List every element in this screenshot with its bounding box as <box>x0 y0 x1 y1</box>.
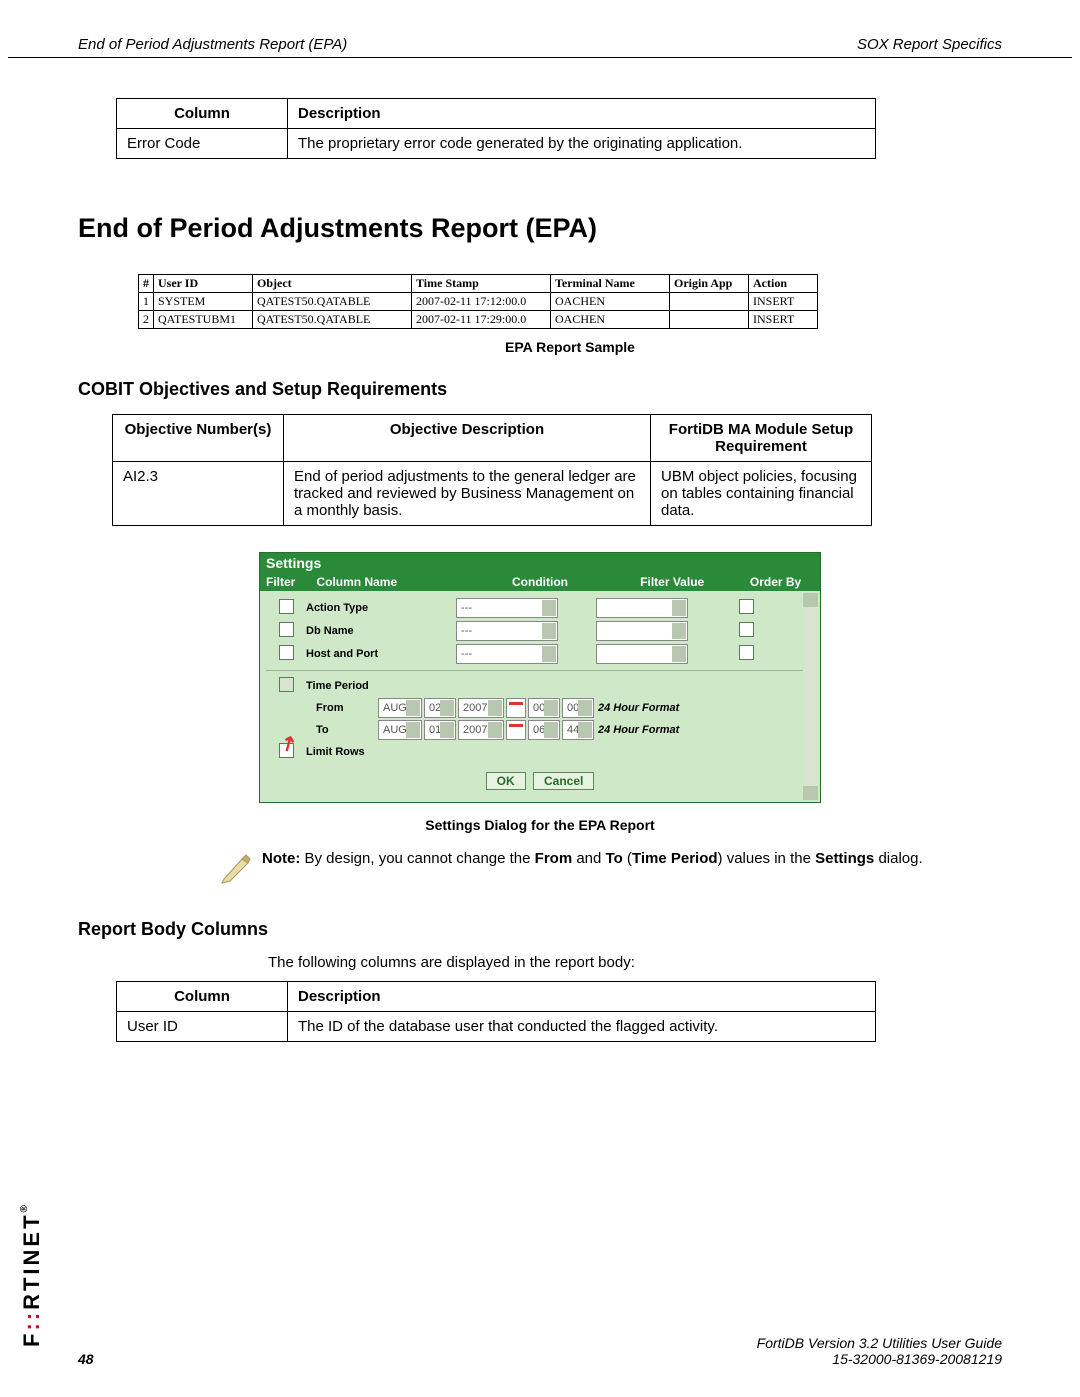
body-columns-heading: Report Body Columns <box>78 919 1002 940</box>
settings-title: Settings <box>260 553 820 573</box>
th: Description <box>288 982 876 1012</box>
value-input[interactable] <box>596 598 688 618</box>
table-cell: Error Code <box>117 129 288 159</box>
from-day-select[interactable]: 02 <box>424 698 456 718</box>
to-year-select[interactable]: 2007 <box>458 720 504 740</box>
from-hour-select[interactable]: 00 <box>528 698 560 718</box>
th: Time Stamp <box>412 275 551 293</box>
note-icon <box>218 849 254 885</box>
calendar-icon[interactable] <box>506 720 526 740</box>
hour-format-label: 24 Hour Format <box>598 724 679 736</box>
scrollbar[interactable] <box>803 593 818 800</box>
settings-caption: Settings Dialog for the EPA Report <box>78 817 1002 833</box>
th: Action <box>749 275 818 293</box>
fortinet-logo: F::RTINET® <box>19 1202 45 1347</box>
to-min-select[interactable]: 44 <box>562 720 594 740</box>
calendar-icon[interactable] <box>506 698 526 718</box>
th: Objective Number(s) <box>113 415 284 462</box>
th: Objective Description <box>284 415 651 462</box>
error-code-table: Column Description Error Code The propri… <box>116 98 876 159</box>
th: User ID <box>154 275 253 293</box>
filter-row: Action Type --- <box>266 598 814 618</box>
header-right: SOX Report Specifics <box>857 36 1002 53</box>
to-day-select[interactable]: 01 <box>424 720 456 740</box>
to-month-select[interactable]: AUG <box>378 720 422 740</box>
order-checkbox[interactable] <box>739 622 754 637</box>
header-rule <box>8 57 1072 58</box>
body-columns-intro: The following columns are displayed in t… <box>268 954 1002 971</box>
from-min-select[interactable]: 00 <box>562 698 594 718</box>
condition-select[interactable]: --- <box>456 598 558 618</box>
value-input[interactable] <box>596 621 688 641</box>
epa-sample-table: # User ID Object Time Stamp Terminal Nam… <box>138 274 818 329</box>
header-left: End of Period Adjustments Report (EPA) <box>78 36 347 53</box>
filter-checkbox[interactable] <box>279 622 294 637</box>
order-checkbox[interactable] <box>739 599 754 614</box>
filter-row: Db Name --- <box>266 621 814 641</box>
value-input[interactable] <box>596 644 688 664</box>
table-row: AI2.3 End of period adjustments to the g… <box>113 462 872 526</box>
condition-select[interactable]: --- <box>456 621 558 641</box>
th: Origin App <box>670 275 749 293</box>
filter-checkbox[interactable] <box>279 645 294 660</box>
col-header: Column <box>117 99 288 129</box>
to-hour-select[interactable]: 06 <box>528 720 560 740</box>
time-period-row: Time Period <box>266 677 814 695</box>
filter-label: Host and Port <box>306 648 456 660</box>
ok-button[interactable]: OK <box>486 772 526 790</box>
from-row: From AUG 02 2007 00 00 24 Hour Format <box>266 698 814 718</box>
th: # <box>139 275 154 293</box>
page-title: End of Period Adjustments Report (EPA) <box>78 213 1002 244</box>
table-cell: The proprietary error code generated by … <box>288 129 876 159</box>
col-header: Description <box>288 99 876 129</box>
th: Terminal Name <box>551 275 670 293</box>
to-row: To AUG 01 2007 06 44 24 Hour Format <box>266 720 814 740</box>
filter-label: Action Type <box>306 602 456 614</box>
time-period-checkbox[interactable] <box>279 677 294 692</box>
body-columns-table: Column Description User ID The ID of the… <box>116 981 876 1042</box>
filter-row: Host and Port --- <box>266 644 814 664</box>
table-row: User ID The ID of the database user that… <box>117 1012 876 1042</box>
note-text: Note: By design, you cannot change the F… <box>262 849 923 869</box>
th: FortiDB MA Module Setup Requirement <box>651 415 872 462</box>
page-number: 48 <box>78 1351 94 1367</box>
settings-header-row: Filter Column Name Condition Filter Valu… <box>260 573 820 591</box>
condition-select[interactable]: --- <box>456 644 558 664</box>
cobit-heading: COBIT Objectives and Setup Requirements <box>78 379 1002 400</box>
th: Column <box>117 982 288 1012</box>
filter-checkbox[interactable] <box>279 599 294 614</box>
filter-label: Db Name <box>306 625 456 637</box>
sample-caption: EPA Report Sample <box>138 339 1002 355</box>
limit-rows-label: Limit Rows <box>306 746 456 758</box>
order-checkbox[interactable] <box>739 645 754 660</box>
th: Object <box>253 275 412 293</box>
hour-format-label: 24 Hour Format <box>598 702 679 714</box>
settings-dialog: Settings Filter Column Name Condition Fi… <box>259 552 821 803</box>
table-row: 2 QATESTUBM1 QATEST50.QATABLE 2007-02-11… <box>139 311 818 329</box>
from-month-select[interactable]: AUG <box>378 698 422 718</box>
footer-text: FortiDB Version 3.2 Utilities User Guide… <box>757 1335 1002 1367</box>
table-row: 1 SYSTEM QATEST50.QATABLE 2007-02-11 17:… <box>139 293 818 311</box>
cobit-table: Objective Number(s) Objective Descriptio… <box>112 414 872 526</box>
time-period-label: Time Period <box>306 680 456 692</box>
limit-rows-row: Limit Rows <box>266 743 814 761</box>
from-year-select[interactable]: 2007 <box>458 698 504 718</box>
cancel-button[interactable]: Cancel <box>533 772 594 790</box>
